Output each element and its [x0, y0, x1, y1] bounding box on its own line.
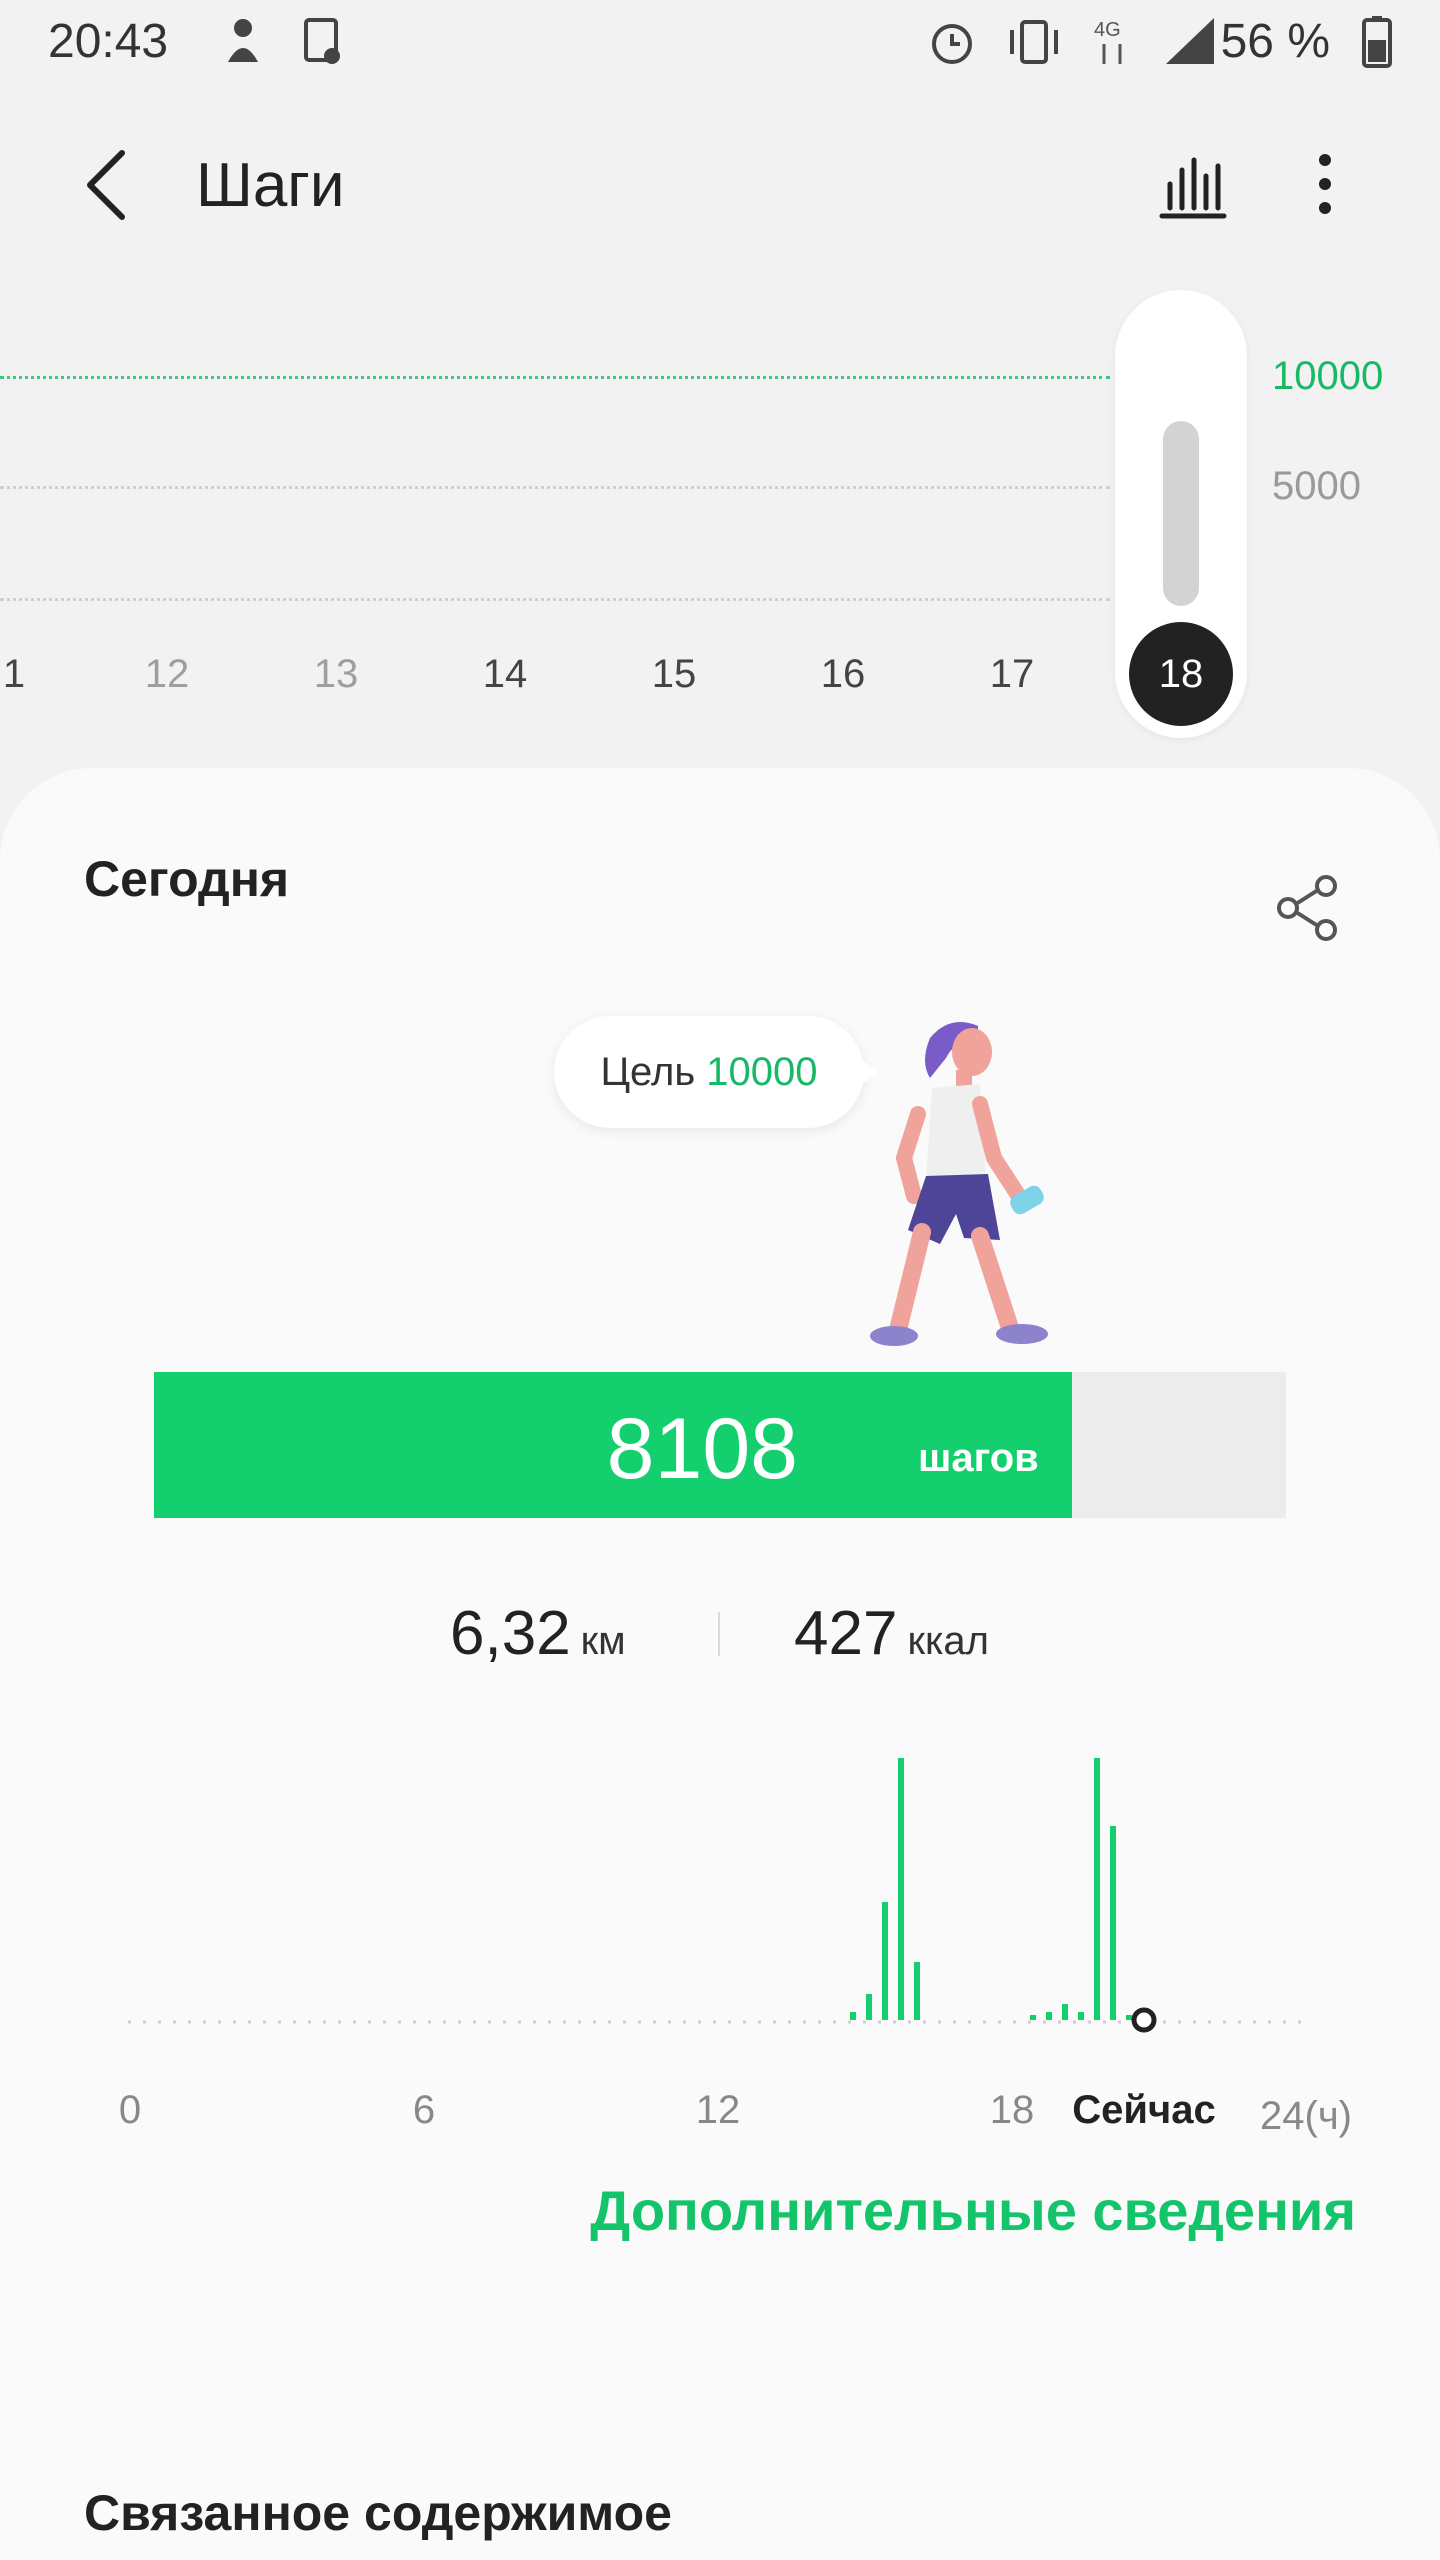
page-title: Шаги [196, 151, 345, 220]
steps-unit: шагов [918, 1436, 1039, 1480]
goal-value: 10000 [706, 1050, 818, 1094]
battery-icon [1362, 16, 1392, 68]
stats-row: 6,32 км 427 ккал [0, 1598, 1440, 1678]
day-label[interactable]: 17 [972, 652, 1052, 697]
hour-label: 12 [695, 2088, 741, 2132]
battery-percent: 56 % [1220, 15, 1330, 68]
selected-day-bar [1163, 421, 1199, 606]
base-gridline [0, 598, 1110, 601]
svg-text:4G: 4G [1094, 19, 1121, 41]
distance-unit: км [580, 1619, 626, 1663]
hourly-bar [1062, 2004, 1068, 2020]
hourly-bar [882, 1902, 888, 2020]
hourly-bar [914, 1962, 920, 2020]
more-vert-icon[interactable] [1300, 148, 1350, 220]
day-label[interactable]: 1 [0, 652, 54, 697]
hour-label: 0 [118, 2088, 142, 2132]
bar-chart-icon[interactable] [1158, 150, 1228, 220]
day-label[interactable]: 14 [465, 652, 545, 697]
more-info-link[interactable]: Дополнительные сведения [590, 2178, 1356, 2243]
calories-stat: 427 ккал [794, 1598, 989, 1669]
signal-icon [1166, 18, 1214, 64]
goal-prefix: Цель [600, 1050, 696, 1094]
hourly-bar [1030, 2015, 1036, 2020]
stats-divider [718, 1612, 720, 1656]
walker-illustration [870, 1022, 1048, 1346]
today-title: Сегодня [84, 851, 290, 907]
share-icon[interactable] [1268, 868, 1348, 948]
mid-gridline [0, 486, 1110, 489]
steps-count: 8108 [606, 1401, 798, 1497]
sim-settings-icon [304, 18, 340, 64]
notification-icon [228, 19, 258, 62]
distance-value: 6,32 [450, 1599, 571, 1668]
related-content-title: Связанное содержимое [84, 2485, 672, 2541]
4g-icon: 4G [1094, 19, 1122, 64]
vibrate-icon [1010, 20, 1058, 64]
hourly-bar [1126, 2015, 1132, 2020]
steps-progress-bar: 8108 шагов [154, 1372, 1286, 1518]
goal-bubble: Цель 10000 [554, 1016, 878, 1128]
status-bar: 20:43 4G 56 % [0, 0, 1440, 90]
hour-label: 18 [989, 2088, 1035, 2132]
day-label[interactable]: 15 [634, 652, 714, 697]
now-marker [1131, 2007, 1157, 2033]
mid-axis-label: 5000 [1272, 464, 1361, 508]
status-time: 20:43 [48, 15, 169, 68]
hour-label: 6 [412, 2088, 436, 2132]
goal-gridline [0, 376, 1110, 379]
hourly-bar [850, 2012, 856, 2020]
distance-stat: 6,32 км [450, 1598, 626, 1669]
day-label[interactable]: 16 [803, 652, 883, 697]
calories-unit: ккал [907, 1619, 989, 1663]
goal-axis-label: 10000 [1272, 354, 1384, 398]
day-label[interactable]: 13 [296, 652, 376, 697]
hourly-bar [866, 1994, 872, 2020]
today-card: Сегодня Цель 10000 8108 шагов 6,32 км 42… [0, 768, 1440, 2560]
hourly-bar [1046, 2012, 1052, 2020]
hourly-bar [1078, 2012, 1084, 2020]
hour-label: 24(ч) [1260, 2094, 1352, 2138]
calories-value: 427 [794, 1599, 898, 1668]
app-bar: Шаги [0, 100, 1440, 270]
day-label[interactable]: 12 [127, 652, 207, 697]
hourly-bar [1094, 1758, 1100, 2020]
selected-day-label[interactable]: 18 [1129, 622, 1233, 726]
hourly-chart-svg [128, 1758, 1310, 2033]
alarm-icon [932, 24, 972, 64]
daily-steps-strip[interactable]: 18 10000 5000 1 12 13 14 15 16 17 [0, 290, 1440, 750]
hourly-bar [898, 1758, 904, 2020]
back-arrow-icon[interactable] [80, 145, 140, 225]
hourly-bar [1110, 1826, 1116, 2020]
now-label: Сейчас [1072, 2088, 1216, 2132]
